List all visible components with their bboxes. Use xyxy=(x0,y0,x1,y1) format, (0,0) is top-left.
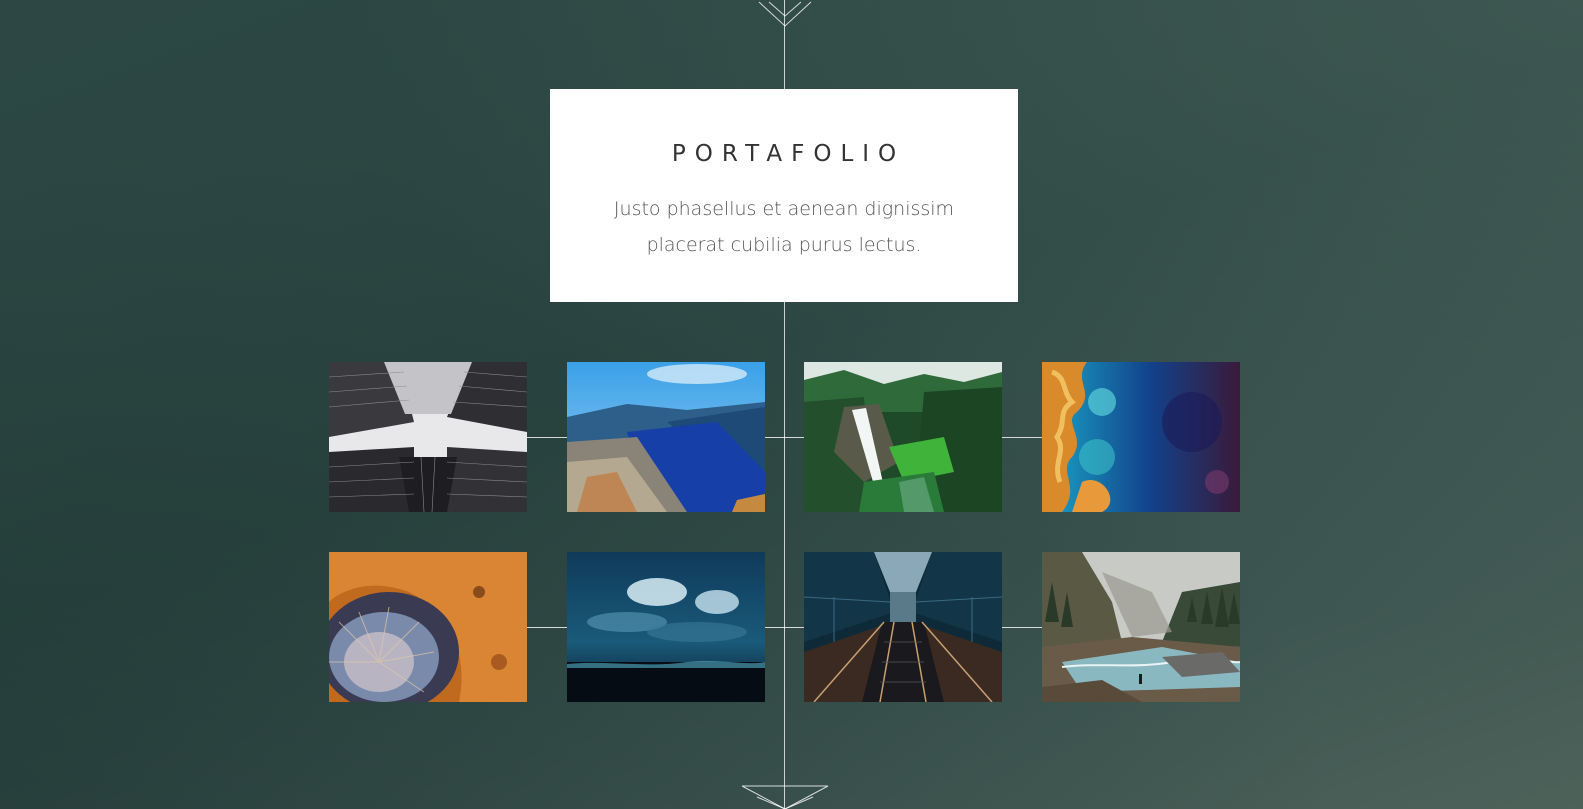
page-description: Justo phasellus et aenean dignissim plac… xyxy=(613,198,955,256)
chevron-down-icon[interactable] xyxy=(757,0,813,28)
skyscrapers-image xyxy=(329,362,527,512)
chevron-bottom-icon[interactable] xyxy=(741,785,829,809)
gallery-item-crater[interactable] xyxy=(329,552,527,702)
portfolio-header-card: PORTAFOLIO Justo phasellus et aenean dig… xyxy=(550,89,1018,302)
gallery-item-stormy-sea[interactable] xyxy=(567,552,765,702)
connector-line xyxy=(1002,627,1042,628)
connector-line xyxy=(1002,437,1042,438)
gallery-item-escalator[interactable] xyxy=(804,552,1002,702)
mountain-river-image xyxy=(1042,552,1240,702)
gallery-item-waterfall[interactable] xyxy=(804,362,1002,512)
fjord-image xyxy=(567,362,765,512)
connector-line xyxy=(527,437,567,438)
connector-line xyxy=(765,437,804,438)
aerial-coast-image xyxy=(1042,362,1240,512)
gallery-item-fjord[interactable] xyxy=(567,362,765,512)
gallery-item-mountain-river[interactable] xyxy=(1042,552,1240,702)
waterfall-image xyxy=(804,362,1002,512)
stormy-sea-image xyxy=(567,552,765,702)
connector-line xyxy=(527,627,567,628)
gallery-item-aerial-coast[interactable] xyxy=(1042,362,1240,512)
gallery-item-skyscrapers[interactable] xyxy=(329,362,527,512)
escalator-image xyxy=(804,552,1002,702)
connector-line xyxy=(765,627,804,628)
crater-image xyxy=(329,552,527,702)
page-title: PORTAFOLIO xyxy=(671,141,906,167)
